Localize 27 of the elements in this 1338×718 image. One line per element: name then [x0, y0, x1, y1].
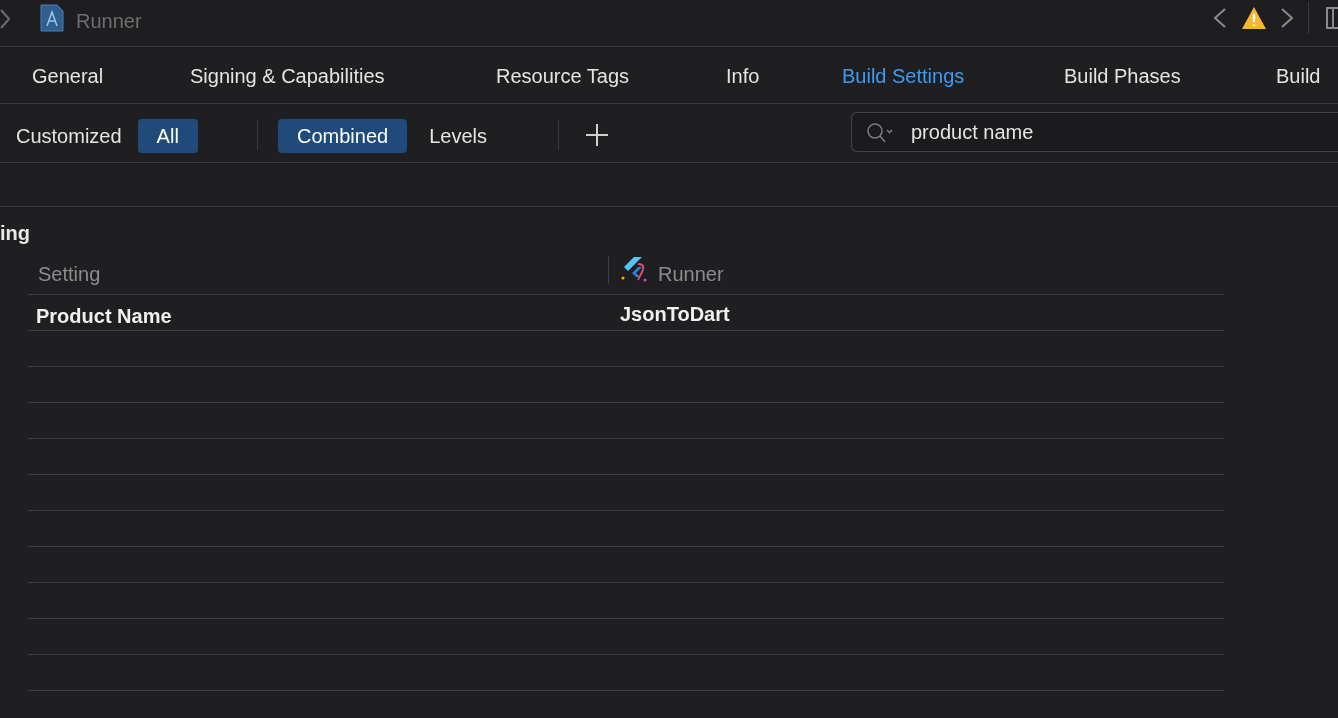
setting-value: JsonToDart — [620, 302, 730, 327]
tab[interactable]: Build — [1276, 61, 1321, 91]
section-title: ing — [0, 221, 30, 246]
search-field[interactable]: product name — [851, 112, 1338, 152]
setting-name: Product Name — [36, 304, 172, 329]
tab[interactable]: Build Phases — [1064, 61, 1181, 91]
forward-icon[interactable] — [1279, 7, 1295, 29]
chevron-right-icon — [0, 8, 10, 30]
search-icon — [866, 122, 894, 144]
filter-button[interactable]: Levels — [421, 119, 495, 153]
filter-button[interactable]: Combined — [278, 119, 408, 153]
column-header: Setting — [38, 262, 101, 287]
tab[interactable]: Build Settings — [842, 61, 965, 91]
column-header: Runner — [658, 262, 724, 287]
panel-toggle-icon[interactable] — [1326, 7, 1338, 29]
filter-button[interactable]: Customized — [8, 119, 130, 153]
filter-button[interactable]: All — [137, 119, 198, 153]
add-icon[interactable] — [585, 123, 609, 147]
tab[interactable]: General — [32, 61, 104, 91]
tab[interactable]: Resource Tags — [496, 61, 630, 91]
back-icon[interactable] — [1212, 7, 1228, 29]
warning-icon[interactable] — [1241, 6, 1267, 30]
tab[interactable]: Info — [726, 61, 760, 91]
flutter-target-icon — [620, 256, 648, 282]
tab[interactable]: Signing & Capabilities — [190, 61, 385, 91]
file-icon — [40, 4, 64, 32]
window-title: Runner — [76, 9, 142, 34]
